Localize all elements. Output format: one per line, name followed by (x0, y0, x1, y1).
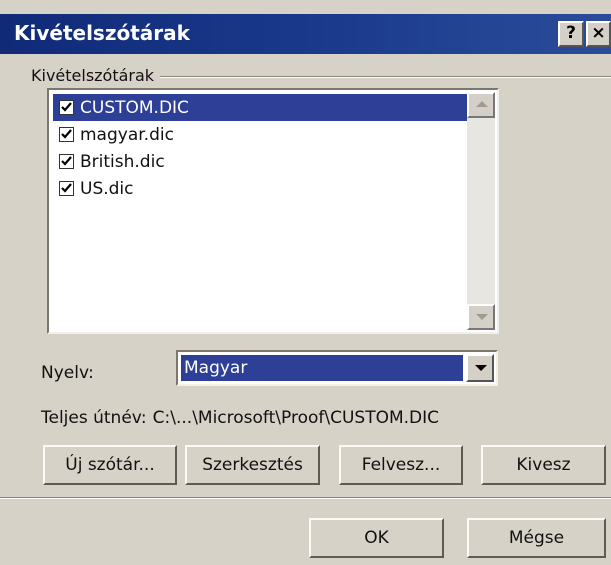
arrow-up-icon (476, 101, 488, 107)
list-item-custom-dic[interactable]: CUSTOM.DIC (53, 94, 467, 121)
checkmark-icon (61, 183, 72, 193)
remove-button[interactable]: Kivesz (481, 445, 606, 485)
footer-divider (0, 497, 611, 499)
chevron-down-icon (475, 365, 487, 371)
checkmark-icon (61, 102, 72, 112)
list-item-label: CUSTOM.DIC (80, 97, 189, 118)
checkbox-magyar-dic[interactable] (59, 127, 74, 142)
ok-button[interactable]: OK (309, 518, 444, 558)
full-path-row: Teljes útnév: C:\...\Microsoft\Proof\CUST… (41, 408, 439, 428)
dictionary-list[interactable]: CUSTOM.DIC magyar.dic British.dic US.dic (47, 88, 499, 334)
list-item-us-dic[interactable]: US.dic (53, 175, 467, 202)
checkmark-icon (61, 156, 72, 166)
full-path-value: C:\...\Microsoft\Proof\CUSTOM.DIC (152, 408, 440, 428)
list-item-label: magyar.dic (80, 124, 174, 145)
list-item-british-dic[interactable]: British.dic (53, 148, 467, 175)
arrow-down-icon (476, 314, 488, 320)
title-bar[interactable]: Kivételszótárak ? × (0, 14, 611, 54)
list-scrollbar[interactable] (467, 92, 495, 330)
scroll-up-button[interactable] (467, 92, 495, 118)
list-item-label: US.dic (80, 178, 134, 199)
help-button[interactable]: ? (558, 21, 584, 47)
new-dictionary-button[interactable]: Új szótár... (43, 445, 177, 485)
list-item-magyar-dic[interactable]: magyar.dic (53, 121, 467, 148)
language-label: Nyelv: (41, 363, 94, 383)
add-button[interactable]: Felvesz... (339, 445, 463, 485)
checkbox-us-dic[interactable] (59, 181, 74, 196)
dictionary-dialog: Kivételszótárak ? × Kivételszótárak CUST… (0, 0, 611, 565)
close-button[interactable]: × (586, 21, 611, 47)
language-select[interactable]: Magyar (176, 350, 498, 386)
checkbox-custom-dic[interactable] (59, 100, 74, 115)
edit-button[interactable]: Szerkesztés (185, 445, 320, 485)
checkmark-icon (61, 129, 72, 139)
checkbox-british-dic[interactable] (59, 154, 74, 169)
language-select-value: Magyar (181, 355, 463, 381)
dialog-title: Kivételszótárak (14, 21, 190, 45)
full-path-label: Teljes útnév: (41, 408, 147, 428)
list-item-label: British.dic (80, 151, 165, 172)
scroll-down-button[interactable] (467, 304, 495, 330)
language-dropdown-button[interactable] (466, 354, 494, 382)
group-label: Kivételszótárak (31, 66, 161, 85)
cancel-button[interactable]: Mégse (467, 518, 606, 558)
